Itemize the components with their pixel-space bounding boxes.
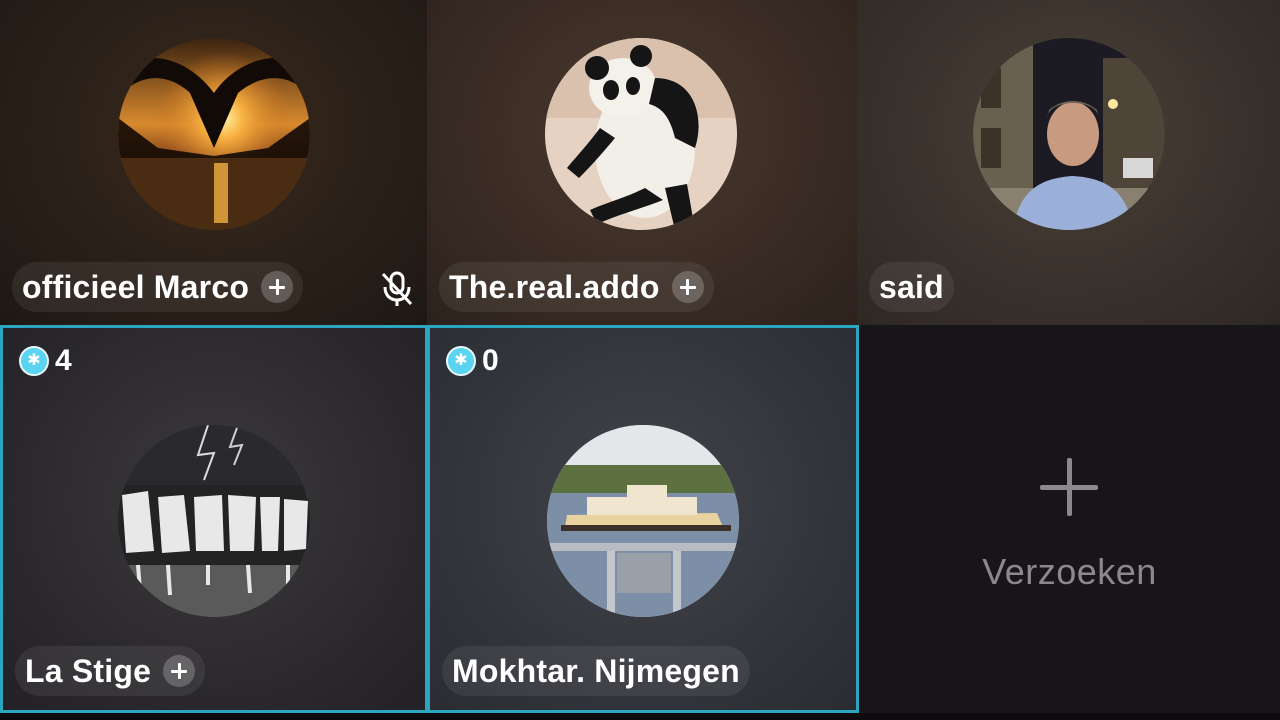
follow-plus-icon[interactable] bbox=[163, 655, 196, 687]
avatar[interactable] bbox=[973, 38, 1165, 230]
guest-name: officieel Marco bbox=[22, 268, 250, 305]
avatar-image-river-boat bbox=[547, 425, 739, 617]
gift-score: ✱ 0 bbox=[446, 344, 499, 378]
bottom-edge bbox=[0, 713, 1280, 720]
name-pill[interactable]: officieel Marco bbox=[12, 262, 304, 312]
avatar-image-street-selfie bbox=[973, 38, 1165, 230]
guest-name: The.real.addo bbox=[449, 268, 660, 305]
follow-plus-icon[interactable] bbox=[671, 271, 704, 303]
avatar-image-heart-sunset bbox=[118, 38, 310, 230]
guest-tile-3[interactable]: said bbox=[857, 0, 1280, 325]
score-value: 4 bbox=[55, 344, 72, 377]
score-value: 0 bbox=[482, 344, 499, 377]
mic-muted-icon bbox=[381, 271, 413, 306]
plus-icon[interactable] bbox=[1040, 458, 1098, 516]
follow-plus-icon[interactable] bbox=[261, 271, 294, 303]
guest-name: La Stige bbox=[25, 652, 152, 689]
guest-name: said bbox=[879, 268, 944, 305]
gift-badge-icon: ✱ bbox=[446, 346, 476, 376]
guest-tile-5[interactable]: ✱ 0 Mokhtar. Nijmegen bbox=[427, 325, 859, 713]
guest-name: Mokhtar. Nijmegen bbox=[452, 652, 740, 689]
requests-label[interactable]: Verzoeken bbox=[859, 551, 1280, 593]
name-pill[interactable]: The.real.addo bbox=[439, 262, 714, 312]
avatar[interactable] bbox=[118, 425, 310, 617]
gift-badge-icon: ✱ bbox=[19, 346, 49, 376]
name-pill[interactable]: Mokhtar. Nijmegen bbox=[442, 646, 750, 696]
gift-score: ✱ 4 bbox=[19, 344, 72, 378]
avatar-image-panda bbox=[545, 38, 737, 230]
guest-tile-1[interactable]: officieel Marco bbox=[0, 0, 427, 325]
avatar-image-graffiti-logo bbox=[118, 425, 310, 617]
name-pill[interactable]: said bbox=[869, 262, 954, 312]
avatar[interactable] bbox=[545, 38, 737, 230]
guest-tile-2[interactable]: The.real.addo bbox=[427, 0, 857, 325]
avatar[interactable] bbox=[118, 38, 310, 230]
guest-tile-4[interactable]: ✱ 4 La Stige bbox=[0, 325, 428, 713]
avatar[interactable] bbox=[547, 425, 739, 617]
requests-tile[interactable]: Verzoeken bbox=[859, 325, 1280, 713]
name-pill[interactable]: La Stige bbox=[15, 646, 206, 696]
